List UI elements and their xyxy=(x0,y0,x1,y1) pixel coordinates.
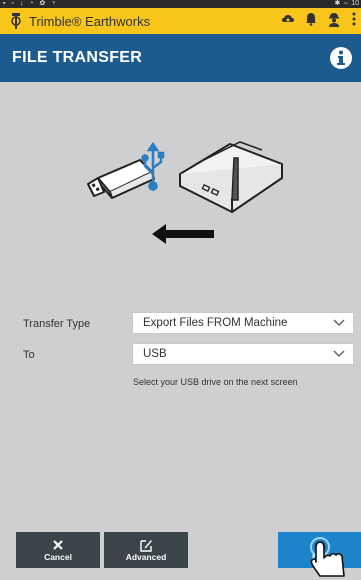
advanced-button[interactable]: Advanced xyxy=(104,532,188,568)
operator-icon[interactable] xyxy=(327,11,341,27)
transfer-type-select[interactable]: Export Files FROM Machine xyxy=(132,312,354,334)
close-icon xyxy=(53,540,63,550)
next-button[interactable]: Ne xyxy=(278,532,361,577)
page-header: FILE TRANSFER xyxy=(0,34,361,82)
transfer-type-label: Transfer Type xyxy=(23,318,91,330)
cancel-button[interactable]: Cancel xyxy=(16,532,100,568)
to-value: USB xyxy=(143,348,167,360)
chevron-down-icon xyxy=(333,319,345,327)
edit-icon xyxy=(140,540,152,552)
trimble-logo-icon xyxy=(11,13,21,29)
usb-hint-text: Select your USB drive on the next screen xyxy=(133,377,298,387)
status-icons: ▪ ▫ ↓ ◔ ✿ ♆ xyxy=(3,0,59,7)
app-bar: Trimble® Earthworks xyxy=(0,8,361,34)
info-icon[interactable] xyxy=(329,46,353,70)
chevron-down-icon xyxy=(333,350,345,358)
transfer-type-value: Export Files FROM Machine xyxy=(143,317,288,329)
system-status-bar: ▪ ▫ ↓ ◔ ✿ ♆ ✱ ⇔ 10 xyxy=(0,0,361,8)
to-label: To xyxy=(23,349,35,361)
cloud-icon[interactable] xyxy=(281,12,295,26)
app-name: Trimble® Earthworks xyxy=(29,13,151,29)
status-info: ✱ ⇔ 10 xyxy=(334,0,359,7)
bell-icon[interactable] xyxy=(305,12,317,26)
cancel-label: Cancel xyxy=(44,552,72,562)
to-select[interactable]: USB xyxy=(132,343,354,365)
more-icon[interactable] xyxy=(351,11,357,27)
advanced-label: Advanced xyxy=(125,552,167,562)
machine-controller-icon xyxy=(179,141,283,213)
hand-pointer-icon xyxy=(310,537,345,577)
page-title: FILE TRANSFER xyxy=(12,49,143,66)
transfer-illustration xyxy=(87,141,283,244)
arrow-left-icon xyxy=(152,224,214,244)
